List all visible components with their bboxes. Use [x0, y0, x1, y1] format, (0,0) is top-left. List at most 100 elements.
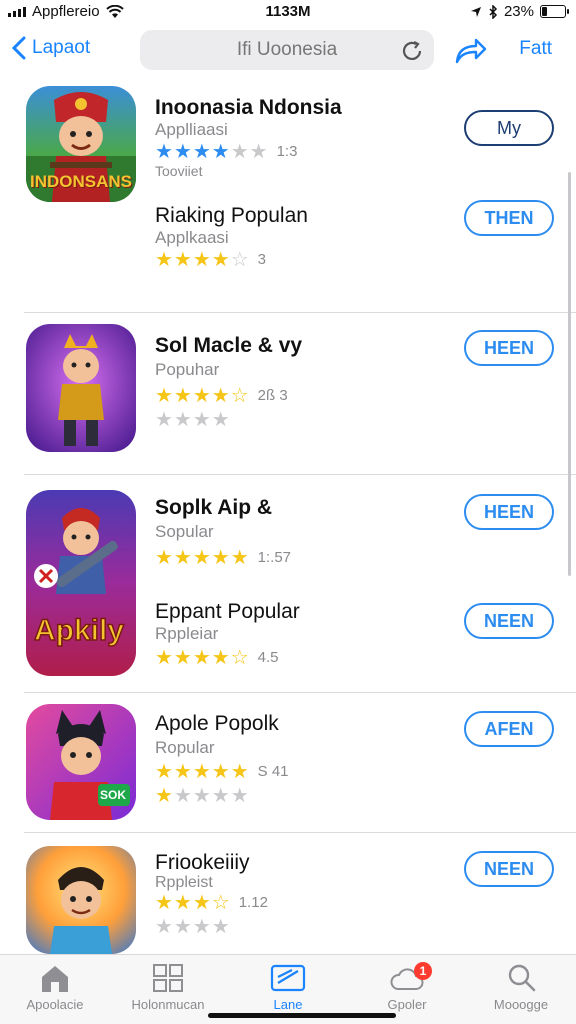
stars-empty: ★★★★ — [173, 784, 250, 807]
app-entry-3[interactable]: Sol Macle & vy Popuhar ★★★★☆ 2ß 3 ★★★★ — [155, 334, 465, 431]
stars-filled: ★★★★ — [155, 248, 231, 271]
tab-label: Gpoler — [387, 997, 427, 1012]
star-rating-icon: ★★★★★ — [155, 546, 250, 569]
status-right: 23% — [470, 3, 569, 20]
tab-apps[interactable]: Lane — [233, 963, 343, 1012]
stars-empty: ★★★★ — [155, 915, 231, 938]
svg-text:Apkily: Apkily — [34, 614, 124, 647]
tab-search[interactable]: Mooogge — [466, 963, 576, 1012]
app-subtitle: Popuhar — [155, 360, 220, 379]
star-rating-icon: ★★★★ — [155, 914, 231, 939]
app-rating: ★★★★★★ 1:3 — [155, 139, 465, 164]
app-entry-4[interactable]: Soplk Aip & Sopular ★★★★★ 1:.57 — [155, 496, 465, 569]
tab-label: Apoolacie — [26, 997, 84, 1012]
boy-character-icon — [26, 846, 136, 954]
star-rating-icon: ★★★★★ — [155, 760, 250, 783]
star-rating-icon: ★★★★☆ — [155, 384, 250, 407]
notification-badge: 1 — [414, 962, 432, 980]
divider — [24, 474, 576, 475]
stars-filled: ★ — [155, 784, 174, 807]
get-button[interactable]: THEN — [464, 200, 554, 236]
app-title: Friookeiiiy — [155, 851, 250, 874]
rating-count: 3 — [257, 250, 266, 268]
search-field[interactable]: Ifi Uoonesia — [140, 30, 434, 70]
app-entry-6[interactable]: Apole Popolk Ropular ★★★★★ S 41 ★★★★★ — [155, 712, 465, 808]
navigation-bar: Lapaot Ifi Uoonesia Fatt — [0, 28, 576, 74]
stars-empty: ☆ — [230, 248, 250, 271]
app-icon-apkily[interactable]: Apkily — [26, 490, 136, 676]
get-button[interactable]: My — [464, 110, 554, 146]
divider — [24, 832, 576, 833]
back-button[interactable]: Lapaot — [12, 36, 90, 60]
app-icon-caption: INDONSANS — [30, 172, 133, 191]
app-rating: ★★★★★ S 41 — [155, 760, 465, 783]
app-title: Riaking Populan — [155, 204, 308, 227]
app-entry-7[interactable]: Friookeiiiy Rppleist ★★★☆ 1.12 ★★★★ — [155, 851, 465, 939]
grid-icon — [153, 964, 183, 992]
tab-today[interactable]: Apoolacie — [0, 963, 110, 1012]
reload-icon[interactable] — [400, 39, 424, 63]
star-rating-icon: ★★★★★★ — [155, 139, 269, 164]
chevron-left-icon — [12, 36, 26, 60]
battery-percent: 23% — [503, 3, 534, 20]
tab-updates[interactable]: 1 Gpoler — [352, 962, 462, 1012]
tab-bar: Apoolacie Holonmucan Lane 1 Gpoler Mooog… — [0, 954, 576, 1024]
tab-label: Lane — [273, 997, 303, 1012]
star-rating-icon: ★★★★☆ — [155, 646, 250, 669]
app-subtitle: Applliaasi — [155, 120, 228, 139]
get-button[interactable]: NEEN — [464, 603, 554, 639]
get-button[interactable]: HEEN — [464, 494, 554, 530]
app-icon-indonsans[interactable]: INDONSANS — [26, 86, 136, 202]
app-title: Sol Macle & vy — [155, 334, 303, 357]
stars-filled: ★★★★ — [155, 140, 231, 163]
rating-count: 2ß 3 — [257, 386, 288, 404]
rating-count: 1.12 — [238, 893, 268, 911]
share-icon[interactable] — [454, 35, 488, 65]
app-rating-secondary: ★★★★ — [155, 914, 465, 939]
app-rating: ★★★★☆ 3 — [155, 247, 465, 272]
tab-games[interactable]: Holonmucan — [113, 963, 223, 1012]
app-subtitle: Sopular — [155, 522, 214, 541]
star-rating-icon: ★★★★☆ — [155, 247, 250, 272]
app-icon-boy-hero[interactable] — [26, 846, 136, 954]
app-title: Soplk Aip & — [155, 496, 273, 519]
star-rating-icon: ★★★★★ — [155, 783, 250, 808]
rating-count: S 41 — [257, 762, 289, 780]
get-button[interactable]: NEEN — [464, 851, 554, 887]
app-icon-fox-hero[interactable]: SOK — [26, 704, 136, 820]
star-rating-icon: ★★★☆ — [155, 891, 231, 914]
app-title: Inoonasia Ndonsia — [155, 96, 342, 119]
back-label: Lapaot — [32, 37, 91, 58]
divider — [24, 692, 576, 693]
app-subtitle: Ropular — [155, 738, 215, 757]
divider — [24, 312, 576, 313]
scrollbar[interactable] — [568, 172, 571, 576]
fox-character-icon — [26, 704, 136, 820]
app-subtitle: Applkaasi — [155, 228, 229, 247]
search-icon — [508, 964, 536, 992]
app-subtitle: Rppleiar — [155, 624, 219, 643]
icon-badge-label: SOK — [100, 788, 127, 802]
app-entry-5[interactable]: Eppant Popular Rppleiar ★★★★☆ 4.5 — [155, 600, 465, 669]
get-button[interactable]: HEEN — [464, 330, 554, 366]
warrior-character-icon: Apkily — [26, 490, 136, 676]
home-icon — [42, 966, 68, 992]
rating-count: 1:3 — [276, 142, 298, 160]
app-rating: ★★★★★ 1:.57 — [155, 546, 465, 569]
stars-empty: ★★ — [230, 140, 269, 163]
app-icon-cat-hero[interactable] — [26, 324, 136, 452]
app-entry-2[interactable]: Riaking Populan Applkaasi ★★★★☆ 3 — [155, 204, 465, 272]
app-rating-secondary: ★★★★ — [155, 408, 465, 431]
battery-icon — [540, 5, 569, 18]
home-indicator — [208, 1013, 396, 1018]
battery-fill — [542, 7, 548, 16]
location-icon — [470, 6, 481, 17]
app-entry-1[interactable]: Inoonasia Ndonsia Applliaasi ★★★★★★ 1:3 … — [155, 96, 465, 180]
bluetooth-icon — [489, 4, 498, 19]
rating-count: 4.5 — [257, 648, 279, 666]
layers-icon — [270, 964, 306, 992]
nav-action-button[interactable]: Fatt — [519, 38, 552, 60]
app-rating-secondary: ★★★★★ — [155, 783, 465, 808]
app-rating: ★★★★☆ 4.5 — [155, 646, 465, 669]
get-button[interactable]: AFEN — [464, 711, 554, 747]
